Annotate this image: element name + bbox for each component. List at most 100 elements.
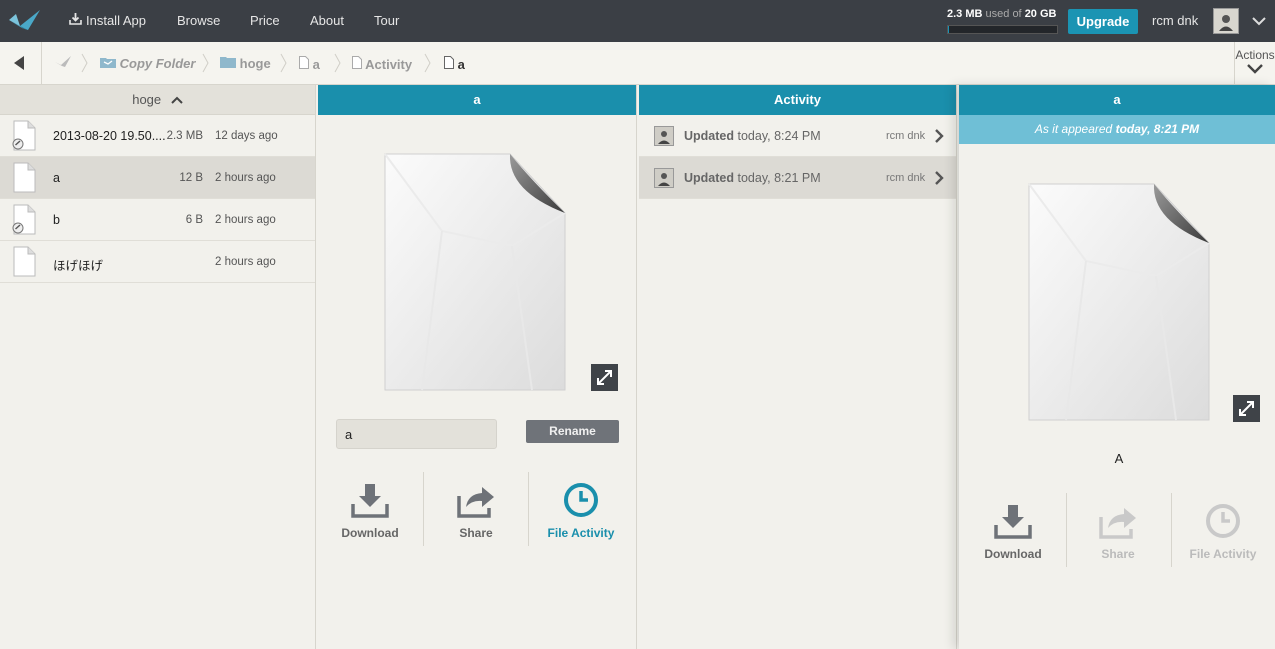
file-size: 6 B bbox=[185, 214, 203, 226]
document-preview-icon bbox=[1028, 183, 1210, 421]
file-name: b bbox=[53, 213, 60, 227]
storage-usage-bar bbox=[947, 25, 1058, 34]
folder-list-title: hoge bbox=[132, 92, 162, 107]
nav-about[interactable]: About bbox=[310, 13, 344, 28]
top-navigation-bar: Install App Browse Price About Tour 2.3 … bbox=[0, 0, 1275, 42]
share-icon bbox=[457, 487, 494, 518]
file-row[interactable]: a 12 B 2 hours ago bbox=[0, 157, 315, 199]
crumb-activity[interactable]: Activity bbox=[352, 56, 412, 72]
actions-label: Actions bbox=[1235, 48, 1275, 62]
file-icon bbox=[299, 56, 309, 72]
storage-usage-text: 2.3 MB used of 20 GB bbox=[947, 8, 1059, 20]
breadcrumb-separator-icon bbox=[280, 53, 287, 73]
version-preview-panel: a As it appeared today, 8:21 PM A Downlo… bbox=[959, 85, 1275, 649]
file-activity-version-button: File Activity bbox=[1171, 501, 1275, 561]
download-version-button[interactable]: Download bbox=[961, 501, 1065, 561]
activity-entry-text: Updated today, 8:21 PM bbox=[684, 171, 821, 185]
crumb-copy-folder[interactable]: Copy Folder bbox=[100, 56, 195, 71]
folder-list-panel: hoge 2013-08-20 19.50.... 2.3 MB 12 days… bbox=[0, 85, 316, 649]
file-content-caption: A bbox=[1114, 451, 1124, 466]
rename-input[interactable] bbox=[336, 419, 497, 449]
expand-preview-button[interactable] bbox=[1233, 395, 1260, 422]
nav-tour[interactable]: Tour bbox=[374, 13, 399, 28]
crumb-hoge[interactable]: hoge bbox=[220, 56, 271, 71]
share-button[interactable]: Share bbox=[424, 480, 528, 540]
folder-list-header[interactable]: hoge bbox=[0, 85, 315, 115]
nav-browse[interactable]: Browse bbox=[177, 13, 220, 28]
activity-entry[interactable]: Updated today, 8:24 PM rcm dnk bbox=[639, 115, 956, 157]
version-appeared-banner: As it appeared today, 8:21 PM bbox=[959, 115, 1275, 144]
file-detail-panel: a Rename Download Share File Activity bbox=[318, 85, 637, 649]
file-icon bbox=[13, 246, 36, 277]
file-row[interactable]: 2013-08-20 19.50.... 2.3 MB 12 days ago bbox=[0, 115, 315, 157]
storage-used-of: used of bbox=[985, 8, 1022, 20]
document-preview-icon bbox=[384, 153, 566, 391]
file-size: 12 B bbox=[179, 172, 203, 184]
activity-panel: Activity Updated today, 8:24 PM rcm dnk … bbox=[639, 85, 957, 649]
share-label: Share bbox=[459, 526, 493, 540]
download-button[interactable]: Download bbox=[318, 480, 422, 540]
breadcrumb-separator-icon bbox=[334, 53, 341, 73]
crumb-hoge-label: hoge bbox=[239, 56, 271, 71]
file-modified: 2 hours ago bbox=[215, 172, 276, 184]
crumb-a-label: a bbox=[312, 57, 320, 72]
download-icon bbox=[351, 484, 389, 518]
share-icon bbox=[1099, 508, 1136, 539]
file-modified: 12 days ago bbox=[215, 130, 278, 142]
avatar[interactable] bbox=[1213, 8, 1239, 34]
share-version-button: Share bbox=[1066, 501, 1170, 561]
activity-action: Updated bbox=[684, 129, 734, 143]
activity-panel-title: Activity bbox=[639, 85, 956, 115]
crumb-copy-folder-label: Copy Folder bbox=[119, 56, 196, 71]
home-crane-icon[interactable] bbox=[54, 54, 72, 75]
file-icon bbox=[352, 56, 362, 72]
file-name: 2013-08-20 19.50.... bbox=[53, 129, 165, 143]
activity-entry-text: Updated today, 8:24 PM bbox=[684, 129, 821, 143]
download-icon bbox=[994, 505, 1032, 539]
file-activity-label: File Activity bbox=[547, 526, 615, 540]
breadcrumb-separator-icon bbox=[202, 53, 209, 73]
back-button[interactable] bbox=[0, 42, 42, 84]
storage-usage-fill bbox=[948, 26, 950, 33]
crumb-a[interactable]: a bbox=[299, 56, 320, 72]
file-detail-title: a bbox=[318, 85, 636, 115]
crane-logo-icon[interactable] bbox=[6, 6, 42, 36]
file-row[interactable]: ほげほげ 2 hours ago bbox=[0, 241, 315, 283]
chevron-right-icon bbox=[935, 171, 944, 185]
user-avatar bbox=[654, 126, 674, 146]
nav-price[interactable]: Price bbox=[250, 13, 280, 28]
nav-install-app-label: Install App bbox=[86, 13, 146, 28]
file-icon bbox=[444, 56, 454, 72]
file-icon bbox=[13, 162, 36, 193]
actions-menu-button[interactable]: Actions bbox=[1234, 42, 1275, 84]
account-menu-chevron-down-icon[interactable] bbox=[1250, 12, 1268, 30]
crumb-current-a-label: a bbox=[457, 57, 465, 72]
download-label: Download bbox=[984, 547, 1042, 561]
expand-arrows-icon bbox=[597, 370, 612, 385]
expand-preview-button[interactable] bbox=[591, 364, 618, 391]
nav-install-app[interactable]: Install App bbox=[69, 13, 146, 28]
activity-time: today, 8:24 PM bbox=[737, 129, 821, 143]
breadcrumb-separator-icon bbox=[424, 53, 431, 73]
activity-user: rcm dnk bbox=[886, 130, 926, 142]
storage-total: 20 GB bbox=[1024, 8, 1057, 20]
shared-file-icon bbox=[12, 120, 36, 151]
clock-icon bbox=[1206, 504, 1240, 538]
username-label[interactable]: rcm dnk bbox=[1152, 13, 1198, 28]
file-row[interactable]: b 6 B 2 hours ago bbox=[0, 199, 315, 241]
file-activity-button[interactable]: File Activity bbox=[529, 480, 633, 540]
file-name: a bbox=[53, 171, 60, 185]
storage-used: 2.3 MB bbox=[947, 8, 983, 20]
folder-icon bbox=[220, 56, 236, 71]
upgrade-button[interactable]: Upgrade bbox=[1068, 9, 1138, 34]
rename-button[interactable]: Rename bbox=[526, 420, 619, 443]
appeared-prefix: As it appeared bbox=[1034, 122, 1113, 136]
crumb-activity-label: Activity bbox=[365, 57, 413, 72]
file-name: ほげほげ bbox=[53, 259, 104, 273]
crumb-current-a: a bbox=[444, 56, 465, 72]
activity-action: Updated bbox=[684, 171, 734, 185]
chevron-down-icon bbox=[1247, 64, 1263, 74]
appeared-time: today, 8:21 PM bbox=[1115, 122, 1200, 136]
activity-entry[interactable]: Updated today, 8:21 PM rcm dnk bbox=[639, 157, 956, 199]
share-label: Share bbox=[1101, 547, 1135, 561]
